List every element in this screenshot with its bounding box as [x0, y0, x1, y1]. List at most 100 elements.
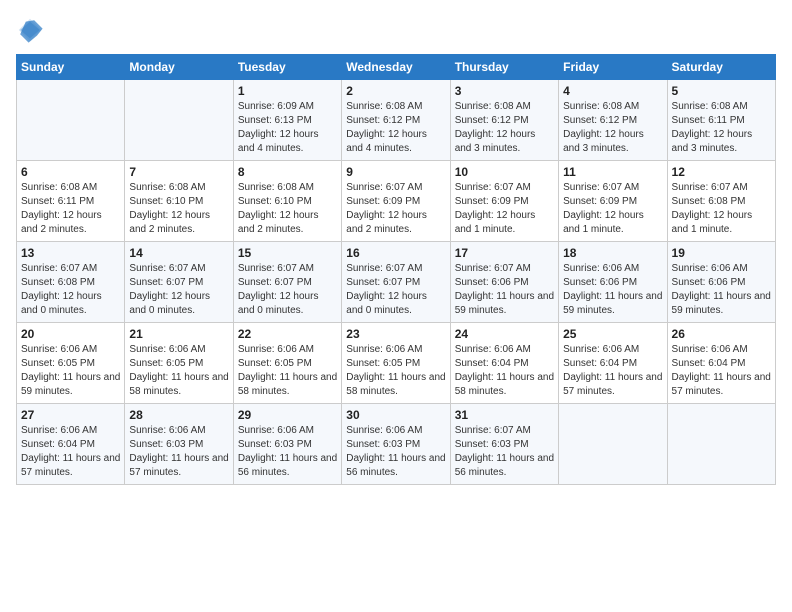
calendar-cell — [667, 404, 775, 485]
day-number: 28 — [129, 408, 228, 422]
day-number: 31 — [455, 408, 554, 422]
calendar-cell: 2 Sunrise: 6:08 AMSunset: 6:12 PMDaylight… — [342, 80, 450, 161]
weekday-header: Saturday — [667, 55, 775, 80]
calendar-week-row: 20 Sunrise: 6:06 AMSunset: 6:05 PMDayligh… — [17, 323, 776, 404]
day-info: Sunrise: 6:08 AMSunset: 6:10 PMDaylight:… — [238, 181, 337, 237]
calendar-cell: 6 Sunrise: 6:08 AMSunset: 6:11 PMDaylight… — [17, 161, 125, 242]
day-info: Sunrise: 6:06 AMSunset: 6:05 PMDaylight:… — [346, 343, 445, 399]
day-number: 21 — [129, 327, 228, 341]
calendar-cell: 7Sunrise: 6:08 AMSunset: 6:10 PMDaylight… — [125, 161, 233, 242]
calendar-cell: 3 Sunrise: 6:08 AMSunset: 6:12 PMDaylight… — [450, 80, 558, 161]
calendar-cell: 22Sunrise: 6:06 AMSunset: 6:05 PMDayligh… — [233, 323, 341, 404]
calendar-cell: 29 Sunrise: 6:06 AMSunset: 6:03 PMDayligh… — [233, 404, 341, 485]
day-number: 6 — [21, 165, 120, 179]
day-number: 15 — [238, 246, 337, 260]
day-number: 27 — [21, 408, 120, 422]
day-info: Sunrise: 6:06 AMSunset: 6:04 PMDaylight:… — [21, 424, 120, 480]
day-info: Sunrise: 6:07 AMSunset: 6:09 PMDaylight:… — [455, 181, 554, 237]
day-info: Sunrise: 6:08 AMSunset: 6:12 PMDaylight:… — [563, 100, 662, 156]
calendar-cell — [559, 404, 667, 485]
calendar-cell: 31 Sunrise: 6:07 AMSunset: 6:03 PMDayligh… — [450, 404, 558, 485]
weekday-header: Thursday — [450, 55, 558, 80]
calendar-cell: 8 Sunrise: 6:08 AMSunset: 6:10 PMDaylight… — [233, 161, 341, 242]
weekday-header: Wednesday — [342, 55, 450, 80]
day-info: Sunrise: 6:07 AMSunset: 6:08 PMDaylight:… — [21, 262, 120, 318]
calendar-cell: 25 Sunrise: 6:06 AMSunset: 6:04 PMDayligh… — [559, 323, 667, 404]
page-header — [16, 16, 776, 44]
day-info: Sunrise: 6:08 AMSunset: 6:11 PMDaylight:… — [21, 181, 120, 237]
day-info: Sunrise: 6:07 AMSunset: 6:06 PMDaylight:… — [455, 262, 554, 318]
day-number: 5 — [672, 84, 771, 98]
day-number: 12 — [672, 165, 771, 179]
weekday-header: Monday — [125, 55, 233, 80]
day-info: Sunrise: 6:08 AMSunset: 6:11 PMDaylight:… — [672, 100, 771, 156]
day-info: Sunrise: 6:06 AMSunset: 6:04 PMDaylight:… — [455, 343, 554, 399]
calendar-body: 1Sunrise: 6:09 AMSunset: 6:13 PMDaylight… — [17, 80, 776, 485]
day-number: 2 — [346, 84, 445, 98]
day-info: Sunrise: 6:06 AMSunset: 6:06 PMDaylight:… — [563, 262, 662, 318]
day-info: Sunrise: 6:07 AMSunset: 6:09 PMDaylight:… — [563, 181, 662, 237]
day-number: 25 — [563, 327, 662, 341]
calendar-week-row: 27 Sunrise: 6:06 AMSunset: 6:04 PMDayligh… — [17, 404, 776, 485]
logo-icon — [16, 16, 44, 44]
day-number: 23 — [346, 327, 445, 341]
logo — [16, 16, 48, 44]
day-info: Sunrise: 6:06 AMSunset: 6:04 PMDaylight:… — [672, 343, 771, 399]
day-number: 10 — [455, 165, 554, 179]
weekday-header: Tuesday — [233, 55, 341, 80]
calendar-cell: 9Sunrise: 6:07 AMSunset: 6:09 PMDaylight… — [342, 161, 450, 242]
day-info: Sunrise: 6:06 AMSunset: 6:04 PMDaylight:… — [563, 343, 662, 399]
day-info: Sunrise: 6:07 AMSunset: 6:03 PMDaylight:… — [455, 424, 554, 480]
calendar-cell: 12 Sunrise: 6:07 AMSunset: 6:08 PMDayligh… — [667, 161, 775, 242]
day-info: Sunrise: 6:07 AMSunset: 6:07 PMDaylight:… — [129, 262, 228, 318]
day-number: 29 — [238, 408, 337, 422]
day-info: Sunrise: 6:07 AMSunset: 6:09 PMDaylight:… — [346, 181, 445, 237]
calendar-week-row: 1Sunrise: 6:09 AMSunset: 6:13 PMDaylight… — [17, 80, 776, 161]
day-number: 22 — [238, 327, 337, 341]
calendar-cell: 18 Sunrise: 6:06 AMSunset: 6:06 PMDayligh… — [559, 242, 667, 323]
day-number: 8 — [238, 165, 337, 179]
day-info: Sunrise: 6:06 AMSunset: 6:05 PMDaylight:… — [21, 343, 120, 399]
day-info: Sunrise: 6:06 AMSunset: 6:05 PMDaylight:… — [129, 343, 228, 399]
day-number: 13 — [21, 246, 120, 260]
day-info: Sunrise: 6:06 AMSunset: 6:06 PMDaylight:… — [672, 262, 771, 318]
calendar-cell: 30 Sunrise: 6:06 AMSunset: 6:03 PMDayligh… — [342, 404, 450, 485]
day-info: Sunrise: 6:07 AMSunset: 6:07 PMDaylight:… — [238, 262, 337, 318]
day-number: 4 — [563, 84, 662, 98]
day-info: Sunrise: 6:06 AMSunset: 6:03 PMDaylight:… — [346, 424, 445, 480]
calendar-table: SundayMondayTuesdayWednesdayThursdayFrid… — [16, 54, 776, 485]
day-info: Sunrise: 6:08 AMSunset: 6:12 PMDaylight:… — [346, 100, 445, 156]
calendar-cell: 27 Sunrise: 6:06 AMSunset: 6:04 PMDayligh… — [17, 404, 125, 485]
calendar-cell: 20 Sunrise: 6:06 AMSunset: 6:05 PMDayligh… — [17, 323, 125, 404]
calendar-cell: 4 Sunrise: 6:08 AMSunset: 6:12 PMDaylight… — [559, 80, 667, 161]
calendar-header: SundayMondayTuesdayWednesdayThursdayFrid… — [17, 55, 776, 80]
day-number: 1 — [238, 84, 337, 98]
day-info: Sunrise: 6:07 AMSunset: 6:08 PMDaylight:… — [672, 181, 771, 237]
day-number: 3 — [455, 84, 554, 98]
calendar-cell: 23 Sunrise: 6:06 AMSunset: 6:05 PMDayligh… — [342, 323, 450, 404]
day-number: 11 — [563, 165, 662, 179]
calendar-cell: 21 Sunrise: 6:06 AMSunset: 6:05 PMDayligh… — [125, 323, 233, 404]
calendar-cell: 19Sunrise: 6:06 AMSunset: 6:06 PMDayligh… — [667, 242, 775, 323]
calendar-cell: 24Sunrise: 6:06 AMSunset: 6:04 PMDayligh… — [450, 323, 558, 404]
day-info: Sunrise: 6:06 AMSunset: 6:03 PMDaylight:… — [238, 424, 337, 480]
calendar-cell: 10 Sunrise: 6:07 AMSunset: 6:09 PMDayligh… — [450, 161, 558, 242]
weekday-header: Sunday — [17, 55, 125, 80]
day-number: 20 — [21, 327, 120, 341]
day-number: 17 — [455, 246, 554, 260]
day-number: 26 — [672, 327, 771, 341]
calendar-cell: 17 Sunrise: 6:07 AMSunset: 6:06 PMDayligh… — [450, 242, 558, 323]
day-number: 30 — [346, 408, 445, 422]
day-info: Sunrise: 6:06 AMSunset: 6:03 PMDaylight:… — [129, 424, 228, 480]
day-number: 14 — [129, 246, 228, 260]
calendar-cell: 15 Sunrise: 6:07 AMSunset: 6:07 PMDayligh… — [233, 242, 341, 323]
day-number: 18 — [563, 246, 662, 260]
day-info: Sunrise: 6:08 AMSunset: 6:12 PMDaylight:… — [455, 100, 554, 156]
day-number: 16 — [346, 246, 445, 260]
day-info: Sunrise: 6:07 AMSunset: 6:07 PMDaylight:… — [346, 262, 445, 318]
weekday-row: SundayMondayTuesdayWednesdayThursdayFrid… — [17, 55, 776, 80]
calendar-week-row: 6 Sunrise: 6:08 AMSunset: 6:11 PMDaylight… — [17, 161, 776, 242]
day-number: 7 — [129, 165, 228, 179]
calendar-week-row: 13 Sunrise: 6:07 AMSunset: 6:08 PMDayligh… — [17, 242, 776, 323]
calendar-cell: 16 Sunrise: 6:07 AMSunset: 6:07 PMDayligh… — [342, 242, 450, 323]
